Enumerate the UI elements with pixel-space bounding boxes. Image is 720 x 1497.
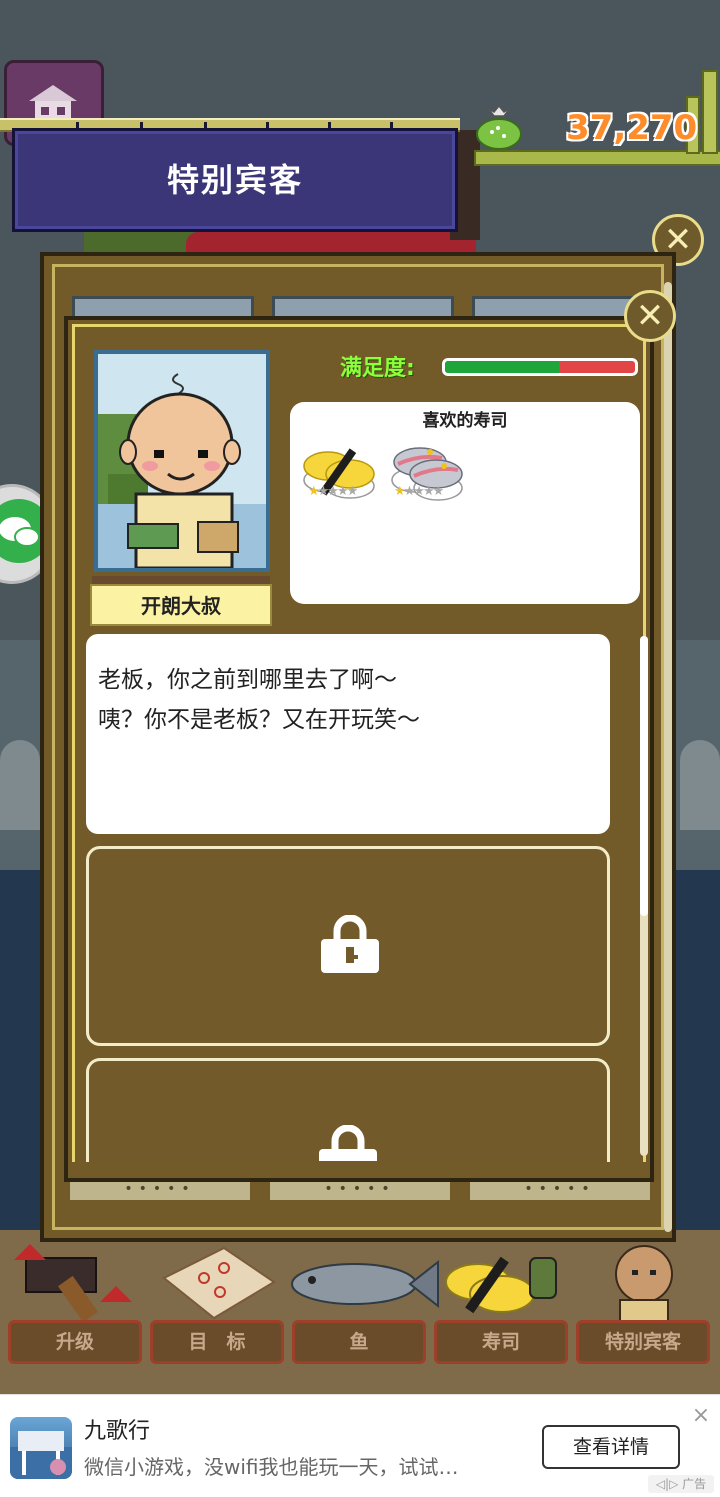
dialogue-line: 老板，你之前到哪里去了啊～ [98,667,397,693]
background-rock [0,740,40,830]
banner-title: 特别宾客 [166,161,303,199]
nav-upgrade-button[interactable]: 升级 [8,1320,142,1364]
close-icon: ✕ [635,296,665,336]
customer-portrait [94,350,270,572]
locked-story-slot[interactable] [86,1058,610,1168]
nav-fish-button[interactable]: 鱼 [292,1320,426,1364]
close-button[interactable]: ✕ [624,290,676,342]
goals-board-icon [162,1246,276,1320]
page-dots: ••••• [70,1180,250,1200]
title-banner: 特别宾客 [12,128,458,232]
ad-close-icon[interactable]: × [690,1405,712,1427]
sushi-rating: ★★★★★ [308,484,358,499]
page-dots: ••••• [270,1180,450,1200]
dialogue-box: 老板，你之前到哪里去了啊～ 咦？你不是老板？又在开玩笑～ [86,634,610,834]
hammer-icon [14,1244,132,1322]
ad-description: 微信小游戏，没wifi我也能玩一天，试试… [84,1455,459,1479]
name-plate-rod [92,576,270,584]
locked-story-slot[interactable] [86,846,610,1046]
ad-app-icon[interactable] [10,1417,72,1479]
coin-count: 37,270 [566,108,698,148]
dialogue-line: 咦？你不是老板？又在开玩笑～ [98,707,420,733]
ad-title: 九歌行 [84,1419,151,1444]
satisfaction-bar [442,358,638,376]
ad-details-button[interactable]: 查看详情 [542,1425,680,1469]
ad-banner[interactable]: 九歌行 微信小游戏，没wifi我也能玩一天，试试… 查看详情 × ◁|▷ 广告 [0,1394,720,1497]
nav-special-guest-button[interactable]: 特别宾客 [576,1320,710,1364]
bald-uncle-avatar-icon [98,354,266,570]
ad-tag: ◁|▷ 广告 [648,1475,714,1493]
padlock-icon [317,1125,383,1161]
fish-icon [291,1259,439,1309]
page-dots: ••••• [470,1180,650,1200]
panel-bottom-mask [70,1162,648,1178]
sushi-nav-icon [445,1256,557,1314]
ad-tag-label: 广告 [682,1477,707,1491]
special-guest-avatar-icon [615,1245,673,1322]
background-lanterns [186,232,476,254]
satisfaction-label: 满足度: [340,356,415,381]
satisfaction-bar-fill [445,361,559,373]
dialogue-scrollbar-thumb[interactable] [640,636,648,916]
nav-goals-button[interactable]: 目 标 [150,1320,284,1364]
background-rock [680,740,720,830]
coin-pouch-icon [476,104,522,150]
nav-sushi-button[interactable]: 寿司 [434,1320,568,1364]
back-panel-scrollbar[interactable] [664,282,672,1232]
favorite-sushi-box: 喜欢的寿司 ★★★★★ ★★★★★ [290,402,640,604]
sushi-rating: ★★★★★ [394,484,444,499]
customer-name: 开朗大叔 [90,584,272,626]
padlock-icon [321,915,379,973]
